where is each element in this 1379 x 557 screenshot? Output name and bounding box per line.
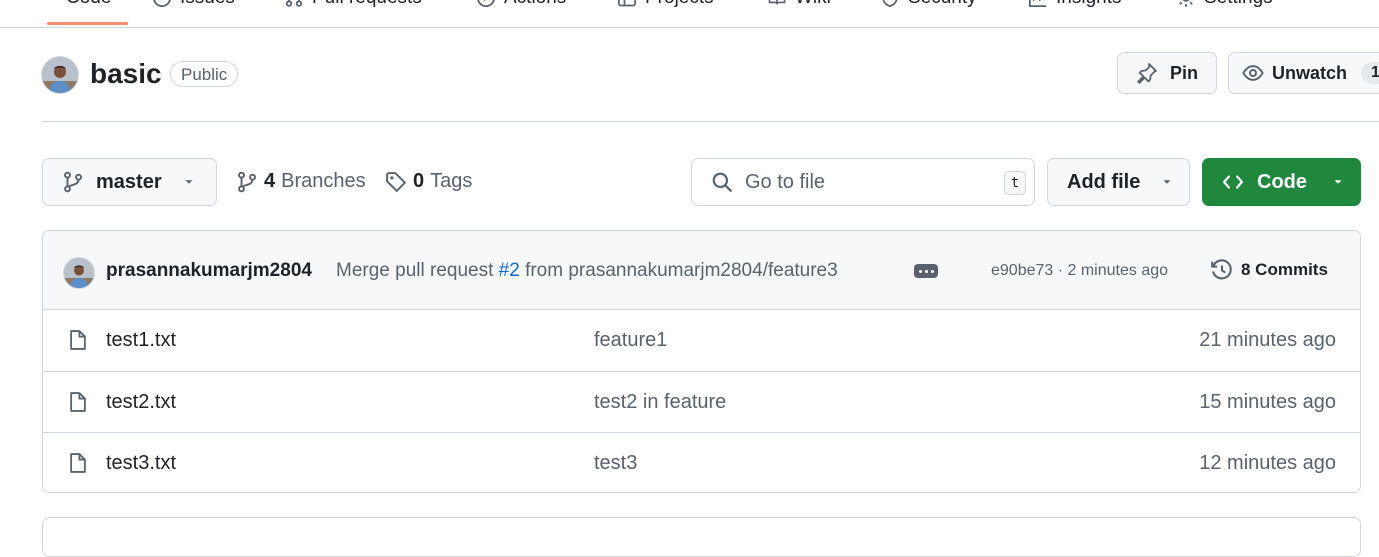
caret-down-icon [1334, 180, 1342, 184]
file-name-link[interactable]: test1.txt [106, 329, 176, 352]
branches-link[interactable]: 4 Branches [236, 170, 366, 193]
file-commit-message[interactable]: test3 [594, 452, 637, 475]
branch-icon [238, 171, 256, 192]
active-tab-indicator [47, 22, 128, 25]
file-name-link[interactable]: test3.txt [106, 452, 176, 475]
file-icon [70, 453, 86, 473]
code-button[interactable]: Code [1202, 158, 1361, 206]
tab-security[interactable]: Security [880, 0, 977, 10]
tag-icon [386, 171, 406, 192]
tab-insights[interactable]: Insights [1028, 0, 1121, 10]
pull-request-link[interactable]: #2 [499, 260, 520, 281]
branch-icon [64, 171, 82, 193]
search-placeholder: Go to file [745, 170, 826, 193]
file-commit-time: 21 minutes ago [1199, 329, 1336, 351]
branches-count: 4 [264, 170, 276, 192]
file-commit-time: 12 minutes ago [1199, 452, 1336, 474]
commits-count: 8 Commits [1241, 260, 1328, 279]
commit-sha-time[interactable]: e90be73 · 2 minutes ago [991, 262, 1168, 280]
file-commit-time: 15 minutes ago [1199, 391, 1336, 413]
play-icon [477, 0, 495, 8]
history-icon [1211, 259, 1232, 280]
keyboard-shortcut-hint: t [1004, 171, 1026, 195]
gear-icon [1179, 0, 1193, 7]
header-divider [42, 121, 1379, 122]
repo-nav: Code Issues Pull requests Actions Projec… [0, 0, 1379, 28]
search-icon [712, 172, 732, 192]
tags-link[interactable]: 0 Tags [385, 170, 472, 193]
shield-icon [882, 0, 898, 8]
tab-label: Projects [645, 0, 714, 9]
tags-label: Tags [430, 170, 473, 192]
file-row[interactable]: test1.txt feature1 21 minutes ago [43, 310, 1360, 371]
caret-down-icon [1163, 180, 1171, 184]
tab-label: Security [908, 0, 977, 9]
tab-label: Actions [504, 0, 566, 9]
tab-pull-requests[interactable]: Pull requests [284, 0, 422, 10]
latest-commit-bar: prasannakumarjm2804 Merge pull request #… [43, 231, 1360, 310]
tab-settings[interactable]: Settings [1176, 0, 1273, 10]
go-to-file-input[interactable]: Go to file t [691, 158, 1035, 206]
add-file-button[interactable]: Add file [1047, 158, 1190, 206]
owner-avatar[interactable] [41, 56, 79, 94]
code-label: Code [1257, 170, 1307, 193]
unwatch-label: Unwatch [1272, 62, 1348, 83]
file-icon [70, 392, 86, 412]
ellipsis-icon[interactable] [914, 264, 938, 278]
tab-label: Pull requests [312, 0, 422, 9]
branches-label: Branches [281, 170, 366, 192]
tab-projects[interactable]: Projects [617, 0, 714, 10]
file-name-link[interactable]: test2.txt [106, 391, 176, 414]
book-icon [768, 0, 786, 5]
graph-icon [1029, 0, 1047, 7]
commit-author-link[interactable]: prasannakumarjm2804 [106, 260, 312, 282]
tab-label: Settings [1204, 0, 1273, 9]
issue-icon [153, 0, 171, 8]
file-row[interactable]: test3.txt test3 12 minutes ago [43, 432, 1360, 492]
commit-author-avatar[interactable] [63, 257, 95, 289]
pull-request-icon [285, 0, 303, 7]
repo-name[interactable]: basic [90, 56, 162, 92]
file-commit-message[interactable]: feature1 [594, 329, 667, 352]
readme-box [42, 517, 1361, 557]
watch-count: 1 [1361, 62, 1379, 84]
commit-message-suffix: from prasannakumarjm2804/feature3 [525, 260, 838, 281]
file-icon [70, 330, 86, 350]
file-row[interactable]: test2.txt test2 in feature 15 minutes ag… [43, 371, 1360, 432]
table-icon [618, 0, 636, 7]
tab-label: Insights [1056, 0, 1121, 9]
tags-count: 0 [413, 170, 425, 192]
tab-label: Code [66, 0, 111, 9]
tab-issues[interactable]: Issues [152, 0, 235, 10]
unwatch-button[interactable]: Unwatch 1 [1228, 52, 1379, 94]
visibility-badge: Public [170, 61, 239, 87]
branch-name: master [96, 170, 162, 193]
eye-icon [1242, 65, 1264, 81]
tab-label: Issues [180, 0, 235, 9]
tab-wiki[interactable]: Wiki [767, 0, 831, 10]
pin-icon [1137, 63, 1157, 84]
commit-message[interactable]: Merge pull request #2 from prasannakumar… [336, 260, 838, 282]
commits-history-link[interactable]: 8 Commits [1210, 258, 1328, 282]
code-icon [1222, 175, 1244, 189]
pin-button[interactable]: Pin [1117, 52, 1217, 94]
file-browser: prasannakumarjm2804 Merge pull request #… [42, 230, 1361, 493]
file-commit-message[interactable]: test2 in feature [594, 391, 726, 414]
pin-label: Pin [1170, 62, 1199, 83]
tab-code[interactable]: Code [66, 0, 111, 10]
add-file-label: Add file [1067, 170, 1141, 193]
caret-down-icon [185, 180, 193, 184]
branch-selector[interactable]: master [42, 158, 217, 206]
tab-actions[interactable]: Actions [476, 0, 566, 10]
commit-message-prefix: Merge pull request [336, 260, 494, 281]
tab-label: Wiki [795, 0, 831, 9]
